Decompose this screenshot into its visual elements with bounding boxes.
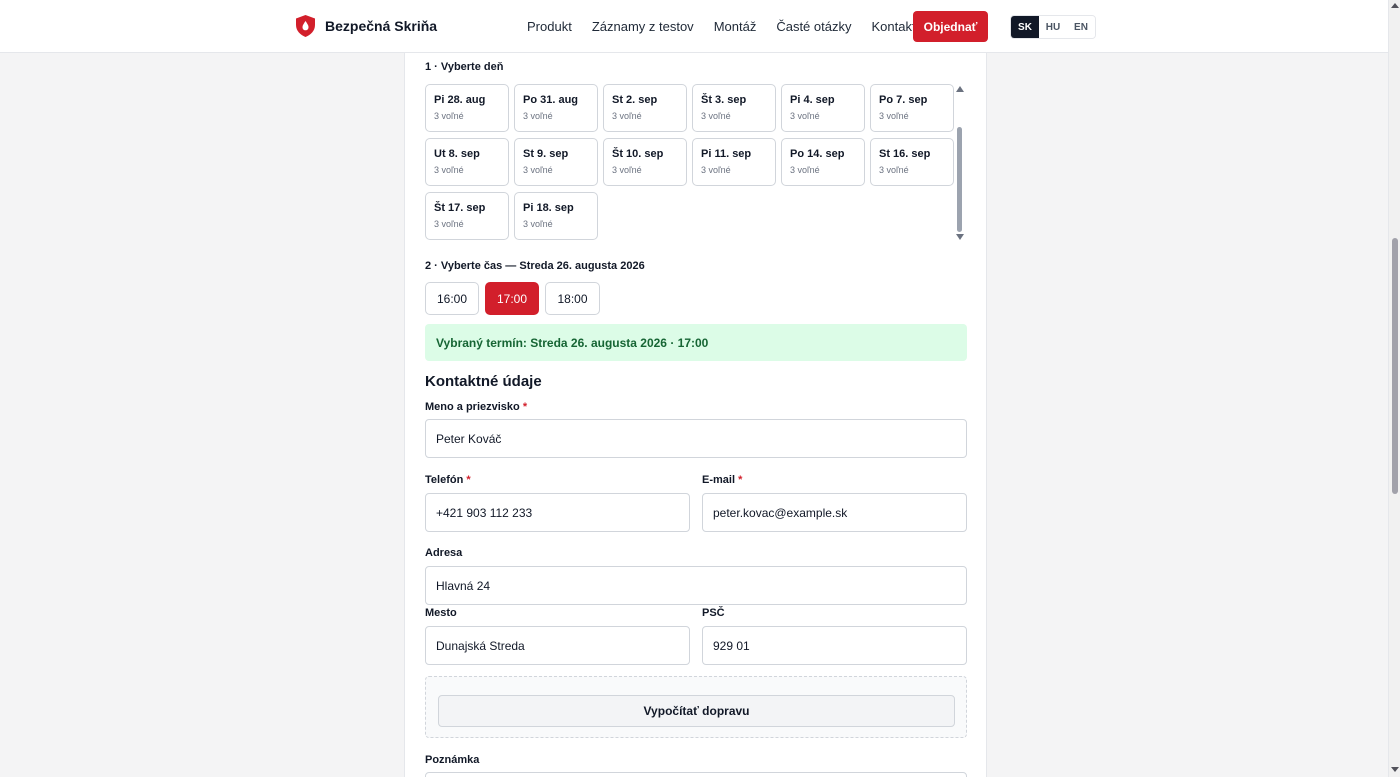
main-nav: Produkt Záznamy z testov Montáž Časté ot… bbox=[527, 19, 916, 34]
required-mark: * bbox=[522, 401, 528, 413]
day-option-availability: 3 voľné bbox=[523, 219, 553, 229]
day-option-date: Po 31. aug bbox=[523, 94, 579, 106]
day-option-date: St 9. sep bbox=[523, 148, 569, 160]
day-option-date: Po 14. sep bbox=[790, 148, 845, 160]
scroll-up-arrow-icon[interactable] bbox=[956, 86, 964, 92]
day-option-availability: 3 voľné bbox=[434, 219, 464, 229]
phone-label-text: Telefón bbox=[425, 474, 464, 486]
day-option[interactable]: Št 10. sep 3 voľné bbox=[603, 138, 687, 186]
brand[interactable]: Bezpečná Skriňa bbox=[296, 15, 437, 37]
booking-form-card: 1 · Vyberte deň Pi 28. aug 3 voľné Po 31. … bbox=[404, 40, 987, 777]
address-input[interactable] bbox=[425, 566, 967, 605]
day-option-availability: 3 voľné bbox=[612, 111, 642, 121]
email-input[interactable] bbox=[702, 493, 967, 532]
day-option[interactable]: Pi 11. sep 3 voľné bbox=[692, 138, 776, 186]
day-option-date: Pi 18. sep bbox=[523, 202, 574, 214]
time-picker: 16:00 17:00 18:00 bbox=[425, 282, 600, 315]
step1-label: 1 · Vyberte deň bbox=[425, 61, 504, 73]
day-option[interactable]: Pi 4. sep 3 voľné bbox=[781, 84, 865, 132]
time-slot-1700[interactable]: 17:00 bbox=[485, 282, 539, 315]
zip-input[interactable] bbox=[702, 626, 967, 665]
day-option[interactable]: St 16. sep 3 voľné bbox=[870, 138, 954, 186]
order-button[interactable]: Objednať bbox=[913, 11, 988, 42]
day-option[interactable]: St 2. sep 3 voľné bbox=[603, 84, 687, 132]
day-option[interactable]: Ut 8. sep 3 voľné bbox=[425, 138, 509, 186]
time-slot-1800[interactable]: 18:00 bbox=[545, 282, 600, 315]
city-label: Mesto bbox=[425, 607, 457, 619]
scroll-thumb[interactable] bbox=[957, 127, 962, 232]
day-option-availability: 3 voľné bbox=[434, 111, 464, 121]
day-option[interactable]: Po 14. sep 3 voľné bbox=[781, 138, 865, 186]
shipping-box: Vypočítať dopravu bbox=[425, 676, 967, 738]
day-option-date: Pi 28. aug bbox=[434, 94, 486, 106]
selected-term-banner: Vybraný termín: Streda 26. augusta 2026 … bbox=[425, 324, 967, 361]
lang-hu-button[interactable]: HU bbox=[1039, 16, 1067, 38]
required-mark: * bbox=[738, 474, 743, 486]
day-option-date: St 16. sep bbox=[879, 148, 931, 160]
day-option-availability: 3 voľné bbox=[790, 165, 820, 175]
nav-link-product[interactable]: Produkt bbox=[527, 19, 572, 34]
day-option[interactable]: Pi 18. sep 3 voľné bbox=[514, 192, 598, 240]
nav-link-installation[interactable]: Montáž bbox=[714, 19, 757, 34]
day-option-date: Pi 4. sep bbox=[790, 94, 835, 106]
language-switcher: SK HU EN bbox=[1010, 15, 1096, 39]
day-picker-scrollbar[interactable] bbox=[953, 84, 967, 246]
day-option-availability: 3 voľné bbox=[701, 165, 731, 175]
day-option[interactable]: St 9. sep 3 voľné bbox=[514, 138, 598, 186]
day-option-availability: 3 voľné bbox=[523, 165, 553, 175]
brand-name: Bezpečná Skriňa bbox=[325, 18, 438, 34]
day-grid: Pi 28. aug 3 voľné Po 31. aug 3 voľné St 2. … bbox=[425, 84, 970, 240]
day-option-date: Št 3. sep bbox=[701, 94, 747, 106]
day-option-date: Št 10. sep bbox=[612, 148, 664, 160]
day-option[interactable]: Št 3. sep 3 voľné bbox=[692, 84, 776, 132]
day-picker: Pi 28. aug 3 voľné Po 31. aug 3 voľné St 2. … bbox=[425, 84, 970, 246]
day-option-availability: 3 voľné bbox=[523, 111, 553, 121]
day-option[interactable]: Po 31. aug 3 voľné bbox=[514, 84, 598, 132]
day-option-availability: 3 voľné bbox=[701, 111, 731, 121]
note-label: Poznámka bbox=[425, 754, 480, 766]
day-option-date: Po 7. sep bbox=[879, 94, 928, 106]
nav-link-faq[interactable]: Časté otázky bbox=[776, 19, 851, 34]
lang-en-button[interactable]: EN bbox=[1067, 16, 1095, 38]
name-label-text: Meno a priezvisko bbox=[425, 401, 520, 413]
day-option[interactable]: Po 7. sep 3 voľné bbox=[870, 84, 954, 132]
day-option-date: St 2. sep bbox=[612, 94, 658, 106]
note-textarea[interactable] bbox=[425, 772, 967, 777]
day-option-date: Št 17. sep bbox=[434, 202, 486, 214]
nav-link-test-records[interactable]: Záznamy z testov bbox=[592, 19, 694, 34]
time-slot-1600[interactable]: 16:00 bbox=[425, 282, 479, 315]
page-scroll-up-icon[interactable] bbox=[1391, 3, 1399, 8]
site-header: Bezpečná Skriňa Produkt Záznamy z testov… bbox=[0, 0, 1388, 53]
day-option-availability: 3 voľné bbox=[434, 165, 464, 175]
day-option-availability: 3 voľné bbox=[879, 111, 909, 121]
city-input[interactable] bbox=[425, 626, 690, 665]
shield-drop-icon bbox=[296, 15, 315, 37]
phone-input[interactable] bbox=[425, 493, 690, 532]
day-option-availability: 3 voľné bbox=[612, 165, 642, 175]
page-scroll-down-icon[interactable] bbox=[1391, 767, 1399, 772]
lang-sk-button[interactable]: SK bbox=[1011, 16, 1039, 38]
day-option-date: Pi 11. sep bbox=[701, 148, 752, 160]
page-scroll-thumb[interactable] bbox=[1392, 238, 1398, 494]
address-label: Adresa bbox=[425, 547, 463, 559]
nav-link-contact[interactable]: Kontakt bbox=[871, 19, 915, 34]
contact-section-title: Kontaktné údaje bbox=[425, 373, 542, 390]
day-option-availability: 3 voľné bbox=[879, 165, 909, 175]
phone-label: Telefón * bbox=[425, 474, 471, 486]
page-scrollbar[interactable] bbox=[1388, 0, 1400, 777]
day-option-availability: 3 voľné bbox=[790, 111, 820, 121]
day-option[interactable]: Št 17. sep 3 voľné bbox=[425, 192, 509, 240]
required-mark: * bbox=[466, 474, 471, 486]
email-label: E-mail * bbox=[702, 474, 742, 486]
step2-label: 2 · Vyberte čas — Streda 26. augusta 202… bbox=[425, 260, 645, 272]
zip-label: PSČ bbox=[702, 607, 725, 619]
day-option[interactable]: Pi 28. aug 3 voľné bbox=[425, 84, 509, 132]
name-label: Meno a priezvisko * bbox=[425, 401, 527, 413]
email-label-text: E-mail bbox=[702, 474, 736, 486]
name-input[interactable] bbox=[425, 419, 967, 458]
scroll-down-arrow-icon[interactable] bbox=[956, 234, 964, 240]
day-option-date: Ut 8. sep bbox=[434, 148, 480, 160]
calculate-shipping-button[interactable]: Vypočítať dopravu bbox=[438, 695, 955, 727]
